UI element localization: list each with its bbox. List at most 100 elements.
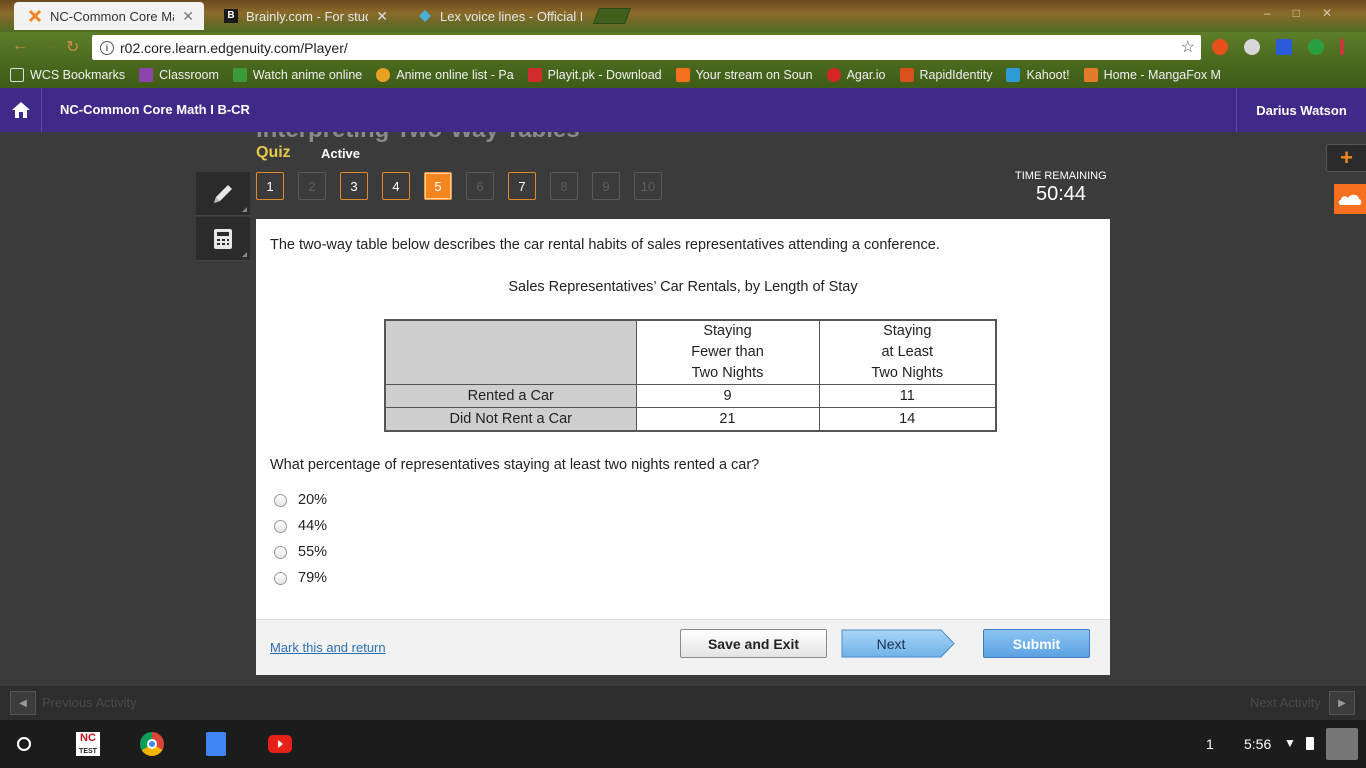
home-button[interactable]	[0, 88, 42, 132]
soundcloud-side-button[interactable]	[1334, 184, 1366, 214]
col-header-fewer-than-two: Staying Fewer than Two Nights	[635, 319, 820, 385]
row-label: Rented a Car	[384, 384, 637, 408]
wifi-icon[interactable]: ▼	[1284, 736, 1296, 750]
table-title: Sales Representatives’ Car Rentals, by L…	[508, 279, 858, 295]
table-cell: 21	[635, 407, 820, 431]
chrome-icon[interactable]	[140, 732, 164, 756]
question-card: The two-way table below describes the ca…	[256, 219, 1110, 619]
row-label: Did Not Rent a Car	[384, 407, 637, 431]
tv-icon	[232, 68, 247, 82]
answer-option-c[interactable]: 55%	[274, 544, 327, 560]
bookmark-playit[interactable]: Playit.pk - Download	[527, 68, 662, 82]
tab-nc-common-core[interactable]: NC-Common Core Math ✕	[14, 2, 204, 30]
mark-and-return-link[interactable]: Mark this and return	[270, 640, 386, 655]
tab-title: NC-Common Core Math	[50, 8, 174, 24]
bookmark-rapididentity[interactable]: RapidIdentity	[899, 68, 992, 82]
extension-reader-icon[interactable]	[1276, 39, 1292, 55]
next-activity-button[interactable]: ▶	[1329, 691, 1355, 715]
pi-icon	[527, 68, 542, 82]
question-footer: Mark this and return Save and Exit Next …	[256, 619, 1110, 675]
bookmark-wcs[interactable]: WCS Bookmarks	[10, 68, 125, 82]
question-number-4[interactable]: 4	[382, 172, 410, 200]
tab-lex-voice-lines[interactable]: Lex voice lines - Official F	[404, 2, 592, 30]
notification-count[interactable]: 1	[1206, 736, 1214, 752]
mangafox-icon	[1083, 68, 1098, 82]
next-label: Next	[876, 635, 906, 652]
previous-activity-button[interactable]: ◀	[10, 691, 36, 715]
radio-button[interactable]	[274, 519, 287, 533]
next-button[interactable]: Next	[841, 629, 955, 658]
question-number-2: 2	[298, 172, 326, 200]
info-icon[interactable]: i	[100, 40, 114, 55]
edgenuity-x-icon	[28, 9, 42, 23]
answer-option-a[interactable]: 20%	[274, 492, 327, 508]
previous-activity-label: Previous Activity	[42, 695, 137, 710]
close-icon[interactable]: ✕	[376, 8, 388, 25]
launcher-icon[interactable]	[17, 737, 31, 751]
extension-grammarly-icon[interactable]	[1308, 39, 1324, 55]
docs-icon[interactable]	[206, 732, 226, 756]
calculator-tool-button[interactable]	[196, 217, 250, 261]
table-row: Rented a Car 9 11	[384, 384, 997, 408]
bookmark-classroom[interactable]: Classroom	[139, 68, 219, 82]
star-icon[interactable]: ☆	[1181, 37, 1195, 57]
bookmark-agar[interactable]: Agar.io	[826, 68, 886, 82]
bookmark-watch-anime[interactable]: Watch anime online	[232, 68, 362, 82]
kahoot-icon	[1006, 68, 1021, 82]
question-number-5[interactable]: 5	[424, 172, 452, 200]
question-number-1[interactable]: 1	[256, 172, 284, 200]
battery-icon[interactable]	[1306, 737, 1314, 750]
diamond-icon	[418, 9, 432, 23]
rapid-icon	[899, 68, 914, 82]
radio-button[interactable]	[274, 571, 287, 585]
os-shelf: NC TEST 1 5:56 ▼	[0, 720, 1366, 768]
submit-button[interactable]: Submit	[983, 629, 1090, 658]
lesson-title: Interpreting Two-Way Tables	[256, 132, 580, 144]
question-prompt: The two-way table below describes the ca…	[270, 237, 940, 253]
radio-button[interactable]	[274, 545, 287, 559]
extension-play-icon[interactable]	[1212, 39, 1228, 55]
table-row: Did Not Rent a Car 21 14	[384, 407, 997, 431]
chrome-ball-icon	[376, 68, 391, 82]
youtube-icon[interactable]	[268, 735, 292, 753]
answer-option-d[interactable]: 79%	[274, 570, 327, 586]
window-controls[interactable]: –□✕	[1264, 6, 1354, 20]
reload-icon[interactable]: ↻	[66, 37, 79, 57]
forward-arrow-icon[interactable]: →	[40, 37, 56, 55]
option-label: 20%	[298, 492, 328, 508]
question-number-7[interactable]: 7	[508, 172, 536, 200]
avatar[interactable]	[1326, 728, 1358, 760]
option-label: 55%	[298, 544, 328, 560]
bookmark-mangafox[interactable]: Home - MangaFox M	[1083, 68, 1221, 82]
question-number-10: 10	[634, 172, 662, 200]
option-label: 44%	[298, 518, 328, 534]
menu-kebab-icon[interactable]	[1340, 39, 1344, 55]
question-number-3[interactable]: 3	[340, 172, 368, 200]
address-bar[interactable]: i r02.core.learn.edgenuity.com/Player/ ☆	[92, 35, 1201, 60]
extension-help-icon[interactable]	[1244, 39, 1260, 55]
close-icon[interactable]: ✕	[182, 8, 194, 25]
bookmark-kahoot[interactable]: Kahoot!	[1006, 68, 1070, 82]
add-plus-button[interactable]: +	[1326, 144, 1366, 172]
question-number-8: 8	[550, 172, 578, 200]
pencil-icon	[214, 184, 232, 203]
app-header: NC-Common Core Math I B-CR Darius Watson	[0, 88, 1366, 132]
tab-brainly[interactable]: B Brainly.com - For studen ✕	[210, 2, 398, 30]
back-arrow-icon[interactable]: ←	[12, 37, 28, 55]
question-number-6: 6	[466, 172, 494, 200]
user-name[interactable]: Darius Watson	[1236, 88, 1366, 132]
nc-test-icon[interactable]: NC TEST	[76, 732, 100, 756]
bookmark-anime-list[interactable]: Anime online list - Pa	[376, 68, 514, 82]
new-tab-button[interactable]	[593, 8, 631, 24]
calculator-icon	[214, 228, 232, 249]
save-and-exit-button[interactable]: Save and Exit	[680, 629, 827, 658]
table-corner-cell	[384, 319, 637, 385]
clock[interactable]: 5:56	[1244, 736, 1271, 752]
col-header-at-least-two: Staying at Least Two Nights	[818, 319, 997, 385]
answer-option-b[interactable]: 44%	[274, 518, 327, 534]
tab-title: Brainly.com - For studen	[246, 8, 368, 24]
radio-button[interactable]	[274, 493, 287, 507]
pencil-tool-button[interactable]	[196, 172, 250, 216]
bookmark-soundcloud[interactable]: Your stream on Soun	[675, 68, 813, 82]
agar-icon	[826, 68, 841, 82]
